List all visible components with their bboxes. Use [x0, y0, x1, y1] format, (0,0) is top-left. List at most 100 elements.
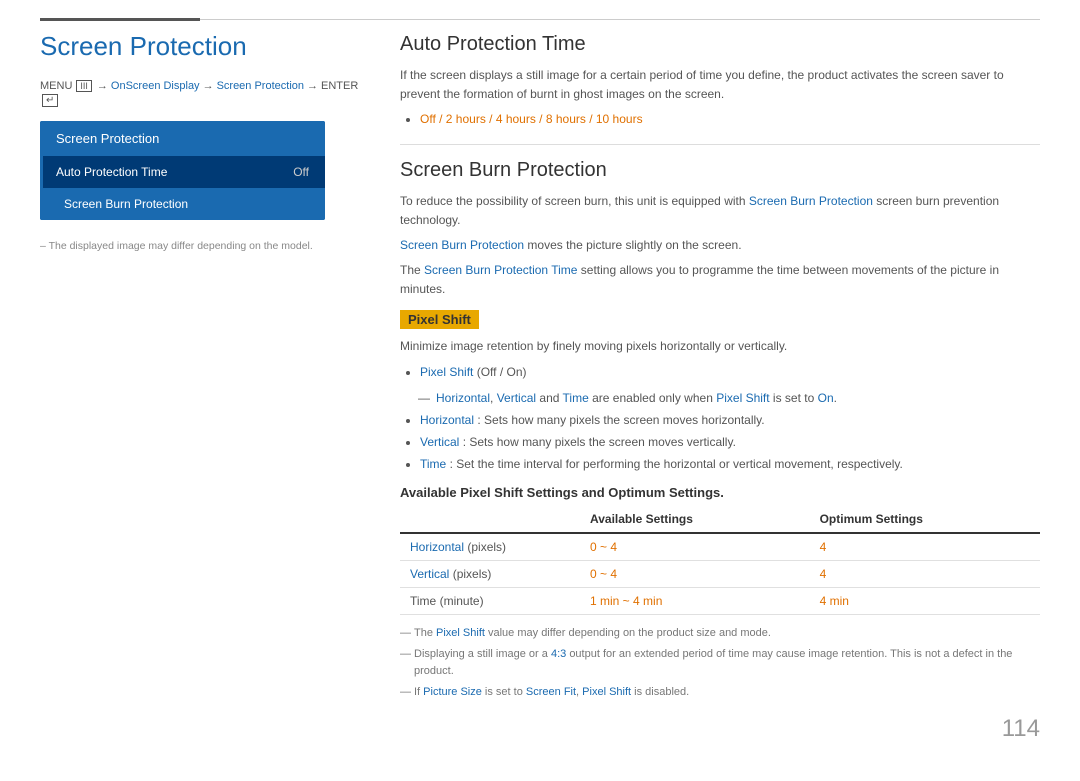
footnote-3: If Picture Size is set to Screen Fit, Pi… — [400, 684, 1040, 702]
horizontal-row-link: Horizontal — [410, 540, 464, 554]
pixel-shift-footnote3-link: Pixel Shift — [582, 686, 631, 698]
table-row-vertical: Vertical (pixels) 0 ~ 4 4 — [400, 561, 1040, 588]
auto-protection-title: Auto Protection Time — [400, 33, 1040, 56]
vertical-available: 0 ~ 4 — [580, 561, 810, 588]
nav-panel-header: Screen Protection — [40, 121, 325, 156]
desc3-prefix: The — [400, 263, 421, 277]
col-header-label — [400, 506, 580, 533]
screen-burn-title: Screen Burn Protection — [400, 159, 1040, 182]
picture-size-link: Picture Size — [423, 686, 482, 698]
nav-item-label: Screen Burn Protection — [64, 197, 188, 211]
desc1-prefix: To reduce the possibility of screen burn… — [400, 194, 746, 208]
arrow3: → — [307, 80, 318, 92]
footnote-1: The Pixel Shift value may differ dependi… — [400, 625, 1040, 643]
nav-item-label: Auto Protection Time — [56, 165, 167, 179]
footnote-2-text: output for an extended period of time ma… — [414, 648, 1012, 678]
pixel-shift-section: Pixel Shift Minimize image retention by … — [400, 310, 1040, 476]
pixel-shift-bullets: Pixel Shift (Off / On) — [420, 362, 1040, 384]
pixel-shift-desc: Minimize image retention by finely movin… — [400, 337, 1040, 356]
time-desc: : Set the time interval for performing t… — [450, 457, 903, 471]
page-title: Screen Protection — [40, 31, 360, 62]
menu-icon: III — [76, 80, 92, 92]
screen-burn-link1[interactable]: Screen Burn Protection — [749, 194, 873, 208]
time-label: Time — [420, 457, 446, 471]
table-footnotes: The Pixel Shift value may differ dependi… — [400, 625, 1040, 701]
time-available: 1 min ~ 4 min — [580, 588, 810, 615]
pixel-shift-heading: Pixel Shift — [400, 310, 479, 329]
table-section-title: Available Pixel Shift Settings and Optim… — [400, 485, 1040, 500]
top-line-accent — [40, 18, 200, 21]
horizontal-desc: : Sets how many pixels the screen moves … — [477, 413, 764, 427]
col-header-optimum: Optimum Settings — [810, 506, 1040, 533]
left-column: Screen Protection MENU III → OnScreen Di… — [40, 31, 360, 705]
screen-burn-time-link[interactable]: Screen Burn Protection Time — [424, 263, 577, 277]
nav-item-value: Off — [293, 165, 309, 179]
footnote-1-text: value may differ depending on the produc… — [488, 627, 771, 639]
time-link: Time — [563, 391, 589, 405]
footnote-2: Displaying a still image or a 4:3 output… — [400, 646, 1040, 681]
table-header-row: Available Settings Optimum Settings — [400, 506, 1040, 533]
ratio-link: 4:3 — [551, 648, 566, 660]
settings-table: Available Settings Optimum Settings Hori… — [400, 506, 1040, 615]
arrow2: → — [203, 80, 214, 92]
pixel-shift-footnote-link: Pixel Shift — [436, 627, 485, 639]
nav-item-auto-protection[interactable]: Auto Protection Time Off — [40, 156, 325, 188]
row-label-time: Time (minute) — [400, 588, 580, 615]
time-optimum: 4 min — [810, 588, 1040, 615]
footnote-3-text: is disabled. — [634, 686, 689, 698]
pixel-shift-suffix: (Off / On) — [477, 365, 527, 379]
nav-panel: Screen Protection Auto Protection Time O… — [40, 121, 325, 220]
enter-label: ENTER — [321, 80, 358, 92]
vertical-optimum: 4 — [810, 561, 1040, 588]
horizontal-row-suffix: (pixels) — [467, 540, 506, 554]
time-row-link: Time — [410, 594, 436, 608]
pixel-shift-sub-bullet: Horizontal, Vertical and Time are enable… — [436, 389, 1040, 408]
on-ref: On — [818, 391, 834, 405]
menu-path: MENU III → OnScreen Display → Screen Pro… — [40, 80, 360, 107]
page-number: 114 — [1002, 715, 1040, 743]
enter-icon: ↵ — [42, 94, 58, 107]
screen-fit-link: Screen Fit — [526, 686, 576, 698]
desc2-suffix: moves the picture slightly on the screen… — [527, 238, 741, 252]
vertical-desc: : Sets how many pixels the screen moves … — [463, 435, 736, 449]
vertical-row-suffix: (pixels) — [453, 567, 492, 581]
arrow1: → — [97, 80, 108, 92]
page-layout: Screen Protection MENU III → OnScreen Di… — [0, 31, 1080, 705]
table-row-horizontal: Horizontal (pixels) 0 ~ 4 4 — [400, 533, 1040, 561]
horizontal-bullet: Horizontal : Sets how many pixels the sc… — [420, 410, 1040, 432]
vertical-link: Vertical — [497, 391, 536, 405]
right-column: Auto Protection Time If the screen displ… — [400, 31, 1040, 705]
nav-item-screen-burn[interactable]: Screen Burn Protection — [40, 188, 325, 220]
row-label-vertical: Vertical (pixels) — [400, 561, 580, 588]
row-label-horizontal: Horizontal (pixels) — [400, 533, 580, 561]
time-bullet: Time : Set the time interval for perform… — [420, 454, 1040, 476]
screen-burn-desc3: The Screen Burn Protection Time setting … — [400, 261, 1040, 299]
pixel-shift-sub: Horizontal, Vertical and Time are enable… — [436, 389, 1040, 408]
vertical-row-link: Vertical — [410, 567, 449, 581]
menu-label: MENU — [40, 80, 72, 92]
footnote: – The displayed image may differ dependi… — [40, 240, 360, 252]
screen-burn-link2[interactable]: Screen Burn Protection — [400, 238, 524, 252]
vertical-bullet: Vertical : Sets how many pixels the scre… — [420, 432, 1040, 454]
horizontal-available: 0 ~ 4 — [580, 533, 810, 561]
table-row-time: Time (minute) 1 min ~ 4 min 4 min — [400, 588, 1040, 615]
auto-protection-desc: If the screen displays a still image for… — [400, 66, 1040, 104]
time-row-suffix: (minute) — [440, 594, 484, 608]
top-line — [0, 18, 1080, 21]
screen-burn-desc1: To reduce the possibility of screen burn… — [400, 192, 1040, 230]
onscreen-display-link[interactable]: OnScreen Display — [111, 80, 200, 92]
section-divider-1 — [400, 144, 1040, 145]
auto-protection-options: Off / 2 hours / 4 hours / 8 hours / 10 h… — [420, 110, 1040, 129]
screen-protection-link[interactable]: Screen Protection — [217, 80, 304, 92]
horizontal-optimum: 4 — [810, 533, 1040, 561]
col-header-available: Available Settings — [580, 506, 810, 533]
options-link: Off / 2 hours / 4 hours / 8 hours / 10 h… — [420, 112, 643, 126]
horizontal-link: Horizontal — [436, 391, 490, 405]
pixel-shift-ref: Pixel Shift — [716, 391, 769, 405]
pixel-shift-link[interactable]: Pixel Shift — [420, 365, 473, 379]
screen-burn-desc2: Screen Burn Protection moves the picture… — [400, 236, 1040, 255]
pixel-shift-bullet-1: Pixel Shift (Off / On) — [420, 362, 1040, 384]
top-line-rule — [200, 19, 1040, 20]
vertical-label: Vertical — [420, 435, 459, 449]
horizontal-label: Horizontal — [420, 413, 474, 427]
